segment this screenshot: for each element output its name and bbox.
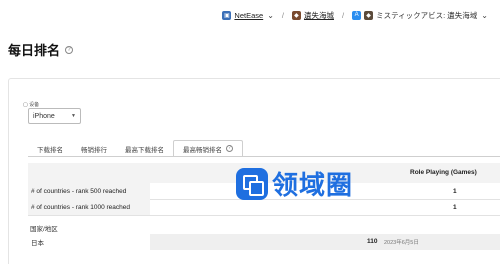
section-label: 国家/地区 xyxy=(30,226,58,233)
breadcrumb-separator: / xyxy=(281,10,284,20)
tab-peak-grossing[interactable]: 最高畅销排名 ? xyxy=(173,140,243,157)
table-row: 日本 110 2023年6月5日 xyxy=(28,234,500,250)
page-title-text: 每日排名 xyxy=(8,43,61,58)
app-store-icon: A xyxy=(352,10,362,20)
rank-tabs: 下载排名 畅销排行 最高下载排名 最高畅销排名 ? xyxy=(28,140,243,157)
publisher-label[interactable]: NetEase xyxy=(234,11,263,20)
row-value: 1 xyxy=(453,188,457,195)
game-icon: ◆ xyxy=(291,10,301,20)
chevron-down-icon[interactable]: ⌄ xyxy=(481,11,488,20)
game-crumb[interactable]: ◆ 遺失海城 xyxy=(291,10,334,21)
publisher-crumb[interactable]: ▣ NetEase ⌄ xyxy=(222,10,274,20)
row-label: # of countries - rank 500 reached xyxy=(28,183,150,200)
breadcrumb: ▣ NetEase ⌄ / ◆ 遺失海城 / A ◆ ミスティックアビス: 遺失… xyxy=(0,0,500,30)
publisher-icon: ▣ xyxy=(222,10,232,20)
device-select[interactable]: iPhone ▼ xyxy=(28,108,81,124)
tab-grossing[interactable]: 畅销排行 xyxy=(72,140,116,157)
column-header: Role Playing (Games) xyxy=(410,169,477,176)
help-icon[interactable]: ? xyxy=(65,45,74,54)
tab-downloads[interactable]: 下载排名 xyxy=(28,140,72,157)
country-rank-cell: 110 2023年6月5日 xyxy=(150,234,500,250)
watermark-logo-icon xyxy=(236,167,268,200)
country-name: 日本 xyxy=(31,240,44,247)
row-divider xyxy=(28,215,500,216)
watermark-text: 领域圈 xyxy=(272,171,354,201)
rank-value: 110 xyxy=(367,238,378,245)
device-label: ▢ 设备 xyxy=(23,102,40,108)
device-select-value: iPhone xyxy=(33,112,55,120)
help-icon[interactable]: ? xyxy=(226,145,233,152)
tab-peak-downloads[interactable]: 最高下载排名 xyxy=(116,140,173,157)
device-icon: ▢ xyxy=(23,102,28,108)
chevron-down-icon[interactable]: ⌄ xyxy=(267,11,274,20)
page-title: 每日排名 ? xyxy=(8,40,74,59)
app-crumb[interactable]: A ◆ ミスティックアビス: 遺失海域 ⌄ xyxy=(352,10,488,21)
caret-down-icon: ▼ xyxy=(71,113,76,119)
app-icon: ◆ xyxy=(364,10,374,20)
row-value: 1 xyxy=(453,204,457,211)
watermark: 领域圈 xyxy=(236,165,353,202)
rank-date: 2023年6月5日 xyxy=(384,240,419,246)
breadcrumb-separator: / xyxy=(341,10,345,20)
row-label: # of countries - rank 1000 reached xyxy=(28,199,150,216)
tab-divider xyxy=(28,156,500,157)
game-label[interactable]: 遺失海城 xyxy=(304,10,334,21)
app-label[interactable]: ミスティックアビス: 遺失海域 xyxy=(376,10,477,21)
